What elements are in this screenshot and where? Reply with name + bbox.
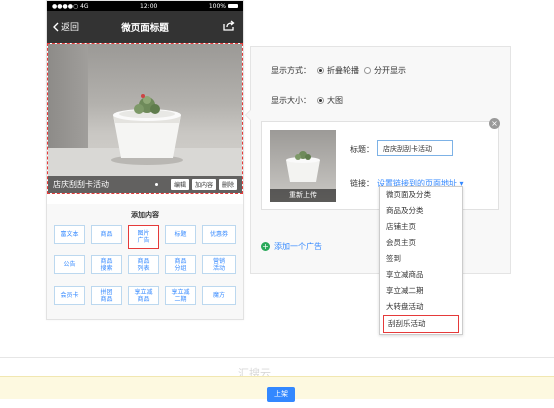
chevron-left-icon <box>53 22 59 31</box>
reupload-button[interactable]: 重新上传 <box>270 189 336 202</box>
ad-caption: 店庆刮刮卡活动 <box>53 180 109 189</box>
signal-indicator: ●●●●○ 4G <box>52 2 89 10</box>
ad-caption-bar: 店庆刮刮卡活动 编辑 加内容 删除 <box>48 176 242 193</box>
component-button[interactable]: 商品 列表 <box>128 255 159 274</box>
radio-button[interactable] <box>364 67 371 74</box>
ad-thumbnail: 重新上传 <box>270 130 336 202</box>
display-mode-option[interactable]: 折叠轮播 <box>327 65 359 76</box>
component-button[interactable]: 公告 <box>54 255 85 274</box>
title-label: 标题： <box>350 145 374 154</box>
divider <box>0 357 554 358</box>
component-button-selected[interactable]: 图片 广告 <box>128 225 159 249</box>
component-button[interactable]: 享立减 商品 <box>128 286 159 305</box>
close-icon[interactable]: × <box>489 118 500 129</box>
ad-image <box>48 44 242 193</box>
menu-item[interactable]: 商品及分类 <box>380 203 462 219</box>
display-mode-option[interactable]: 分开显示 <box>374 65 406 76</box>
title-input[interactable]: 店庆刮刮卡活动 <box>377 140 453 156</box>
status-bar: ●●●●○ 4G 12:00 100% <box>47 1 243 11</box>
menu-item[interactable]: 大转盘活动 <box>380 299 462 315</box>
menu-item-selected[interactable]: 刮刮乐活动 <box>383 315 459 333</box>
display-size-option[interactable]: 大图 <box>327 95 343 106</box>
phone-preview: ●●●●○ 4G 12:00 100% 返回 微页面标题 店庆刮刮卡活动 编辑 … <box>46 0 244 320</box>
menu-item[interactable]: 享立减二期 <box>380 283 462 299</box>
component-button[interactable]: 商品 <box>91 225 122 244</box>
add-content-heading: 添加内容 <box>131 211 159 219</box>
component-button[interactable]: 会员卡 <box>54 286 85 305</box>
menu-item[interactable]: 享立减商品 <box>380 267 462 283</box>
status-time: 12:00 <box>140 2 158 10</box>
component-button[interactable]: 魔方 <box>202 286 236 305</box>
menu-item[interactable]: 签到 <box>380 251 462 267</box>
menu-item[interactable]: 会员主页 <box>380 235 462 251</box>
battery-icon <box>227 4 238 8</box>
image-ad-block[interactable]: 店庆刮刮卡活动 编辑 加内容 删除 <box>47 43 243 194</box>
display-mode-row: 显示方式： 折叠轮播 分开显示 <box>271 65 406 76</box>
share-icon[interactable] <box>223 20 235 33</box>
plus-icon: + <box>261 242 270 251</box>
add-content-button[interactable]: 加内容 <box>191 179 216 190</box>
carousel-dot-icon <box>154 183 158 186</box>
component-button[interactable]: 享立减 二期 <box>165 286 196 305</box>
component-button[interactable]: 优惠券 <box>202 225 236 244</box>
display-mode-label: 显示方式： <box>271 66 311 75</box>
component-button[interactable]: 拼团 商品 <box>91 286 122 305</box>
back-button[interactable]: 返回 <box>53 20 79 33</box>
link-dropdown-menu: 微页面及分类 商品及分类 店铺主页 会员主页 签到 享立减商品 享立减二期 大转… <box>379 186 463 335</box>
delete-button[interactable]: 删除 <box>218 179 237 190</box>
menu-item[interactable]: 微页面及分类 <box>380 187 462 203</box>
link-label: 链接： <box>350 179 374 188</box>
component-button[interactable]: 富文本 <box>54 225 85 244</box>
page-title: 微页面标题 <box>121 23 169 34</box>
succulent-pot-image <box>286 151 320 182</box>
component-button[interactable]: 商品 搜索 <box>91 255 122 274</box>
succulent-pot-image <box>111 94 183 165</box>
menu-item[interactable]: 店铺主页 <box>380 219 462 235</box>
back-label: 返回 <box>61 23 80 33</box>
edit-button[interactable]: 编辑 <box>170 179 189 190</box>
nav-bar: 返回 微页面标题 <box>47 11 243 43</box>
display-size-row: 显示大小： 大图 <box>271 95 343 106</box>
publish-button[interactable]: 上架 <box>267 387 295 402</box>
component-button[interactable]: 营销 活动 <box>202 255 236 274</box>
radio-button[interactable] <box>317 97 324 104</box>
battery-indicator: 100% <box>209 3 238 10</box>
display-size-label: 显示大小： <box>271 96 311 105</box>
component-button[interactable]: 商品 分组 <box>165 255 196 274</box>
add-content-panel: 添加内容 富文本 商品 图片 广告 标题 优惠券 公告 商品 搜索 商品 列表 … <box>47 204 243 319</box>
add-ad-label: 添加一个广告 <box>274 242 322 251</box>
radio-button[interactable] <box>317 67 324 74</box>
component-button[interactable]: 标题 <box>165 225 196 244</box>
add-ad-button[interactable]: + 添加一个广告 <box>261 241 322 252</box>
